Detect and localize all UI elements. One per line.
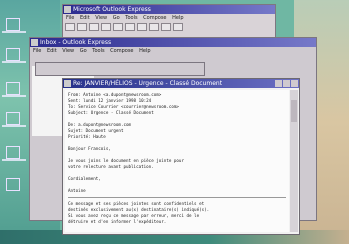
menu-go[interactable]: Go [113, 15, 120, 21]
inbox-window-title: Inbox - Outlook Express [40, 39, 112, 46]
message-body[interactable]: From: Antoine <a.dupont@newsroom.com> Se… [65, 90, 289, 232]
desktop-icon[interactable] [6, 82, 20, 95]
desktop-icon-label [2, 31, 26, 33]
toolbar-button[interactable] [149, 23, 159, 31]
desktop-icon-label [2, 95, 26, 97]
menu-file[interactable]: File [33, 48, 41, 54]
main-menubar[interactable]: File Edit View Go Tools Compose Help [63, 14, 275, 22]
inbox-menubar[interactable]: File Edit View Go Tools Compose Help [30, 47, 316, 55]
menu-edit[interactable]: Edit [47, 48, 57, 54]
menu-view[interactable]: View [62, 48, 74, 54]
vertical-scrollbar[interactable] [290, 90, 298, 232]
toolbar-button[interactable] [113, 23, 123, 31]
maximize-button[interactable] [283, 80, 290, 87]
menu-edit[interactable]: Edit [80, 15, 90, 21]
main-window-titlebar[interactable]: Microsoft Outlook Express [63, 5, 275, 14]
desktop-icon[interactable] [6, 48, 20, 61]
toolbar-button[interactable] [137, 23, 147, 31]
footer-line: détruire et d'en informer l'expéditeur. [68, 219, 167, 224]
toolbar-button[interactable] [89, 23, 99, 31]
inbox-window-titlebar[interactable]: Inbox - Outlook Express [30, 38, 316, 47]
desktop-icon-label [2, 61, 26, 63]
minimize-button[interactable] [275, 80, 282, 87]
desktop-icon-label [2, 125, 26, 127]
close-button[interactable] [291, 80, 298, 87]
menu-file[interactable]: File [66, 15, 74, 21]
desktop-icon[interactable] [6, 112, 20, 125]
window-menu-icon[interactable] [64, 6, 71, 13]
window-menu-icon[interactable] [64, 80, 71, 87]
menu-go[interactable]: Go [80, 48, 87, 54]
menu-compose[interactable]: Compose [110, 48, 133, 54]
menu-compose[interactable]: Compose [143, 15, 166, 21]
menu-help[interactable]: Help [139, 48, 150, 54]
toolbar-button[interactable] [101, 23, 111, 31]
divider [68, 197, 286, 198]
desktop-icon[interactable] [6, 146, 20, 159]
window-menu-icon[interactable] [31, 39, 38, 46]
menu-view[interactable]: View [95, 15, 107, 21]
message-line: Antoine [68, 188, 86, 193]
main-window-title: Microsoft Outlook Express [73, 6, 151, 13]
message-window-titlebar[interactable]: Re: JANVIER/HÉLIOS - Urgence - Classé Do… [63, 79, 299, 88]
menu-tools[interactable]: Tools [125, 15, 137, 21]
background-window-titlebar[interactable] [35, 62, 205, 76]
scrollbar-thumb[interactable] [291, 100, 297, 122]
message-window[interactable]: Re: JANVIER/HÉLIOS - Urgence - Classé Do… [62, 78, 300, 235]
menu-help[interactable]: Help [172, 15, 183, 21]
main-toolbar [63, 22, 275, 34]
desktop-icon-label [2, 159, 26, 161]
toolbar-button[interactable] [65, 23, 75, 31]
message-window-title: Re: JANVIER/HÉLIOS - Urgence - Classé Do… [73, 80, 223, 87]
menu-tools[interactable]: Tools [92, 48, 104, 54]
desktop-icon[interactable] [6, 18, 20, 31]
toolbar-button[interactable] [77, 23, 87, 31]
toolbar-button[interactable] [125, 23, 135, 31]
toolbar-button[interactable] [161, 23, 171, 31]
desktop-icon[interactable] [6, 178, 20, 191]
toolbar-button[interactable] [173, 23, 183, 31]
